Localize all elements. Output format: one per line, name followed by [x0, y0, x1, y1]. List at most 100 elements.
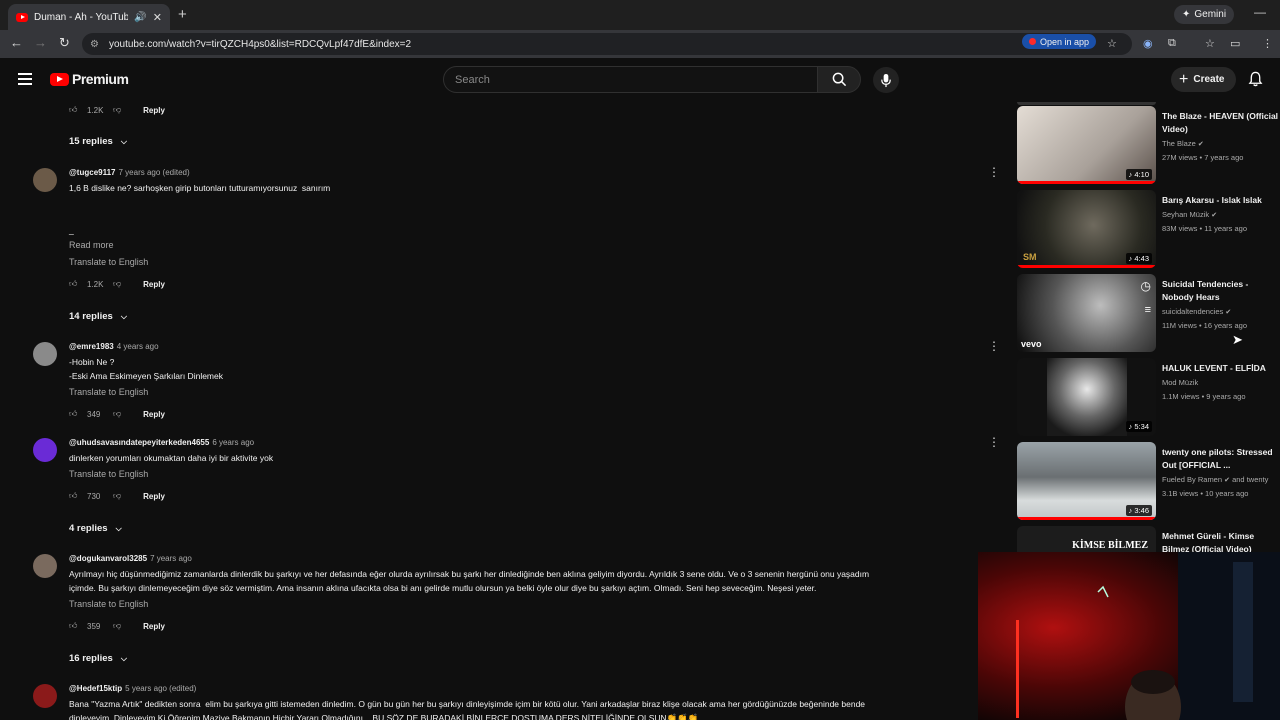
- watch-later-clock-icon[interactable]: ◷: [1141, 279, 1151, 293]
- video-card[interactable]: SM ♪ 4:43 Barış Akarsu - Islak Islak Sey…: [1017, 190, 1280, 270]
- video-title[interactable]: Mehmet Güreli - Kimse Bilmez (Official V…: [1162, 530, 1280, 552]
- thumbs-up-icon[interactable]: 👍︎: [69, 279, 79, 289]
- comment-author[interactable]: @emre1983: [69, 342, 114, 351]
- reply-button[interactable]: Reply: [143, 106, 165, 115]
- url-field[interactable]: ⚙ youtube.com/watch?v=tirQZCH4ps0&list=R…: [82, 33, 1132, 55]
- avatar[interactable]: [33, 342, 57, 366]
- video-thumbnail[interactable]: KİMSE BİLMEZ: [1017, 526, 1156, 552]
- thumbs-down-icon[interactable]: 👎︎: [113, 105, 121, 115]
- translate-button[interactable]: Translate to English: [69, 599, 148, 609]
- minimize-icon[interactable]: —: [1254, 5, 1266, 19]
- search-button[interactable]: [817, 66, 861, 93]
- video-thumbnail[interactable]: vevo ◷ ≡: [1017, 274, 1156, 352]
- comment-time[interactable]: 5 years ago (edited): [125, 684, 196, 693]
- video-channel[interactable]: Seyhan Müzik ✔: [1162, 210, 1217, 219]
- vevo-logo: vevo: [1021, 339, 1042, 349]
- reply-button[interactable]: Reply: [143, 280, 165, 289]
- translate-button[interactable]: Translate to English: [69, 387, 148, 397]
- avatar[interactable]: [33, 168, 57, 192]
- reply-button[interactable]: Reply: [143, 410, 165, 419]
- open-in-app-button[interactable]: Open in app: [1022, 34, 1097, 49]
- avatar[interactable]: [33, 554, 57, 578]
- video-title[interactable]: The Blaze - HEAVEN (Official Video): [1162, 110, 1280, 136]
- thumbnail-title-text: KİMSE BİLMEZ: [1072, 540, 1148, 551]
- thumbs-up-icon[interactable]: 👍︎: [69, 491, 79, 501]
- forward-arrow-icon[interactable]: →: [34, 35, 47, 50]
- puzzle-icon[interactable]: ⧉: [1168, 37, 1176, 50]
- replies-toggle[interactable]: 15 replies ⌵: [69, 136, 127, 147]
- more-options-icon[interactable]: ⋮: [988, 166, 1000, 178]
- thumbs-up-icon[interactable]: 👍︎: [69, 409, 79, 419]
- add-to-queue-icon[interactable]: ≡: [1145, 304, 1151, 316]
- menu-icon[interactable]: [18, 73, 32, 85]
- bookmarks-icon[interactable]: ☆: [1205, 37, 1215, 50]
- webcam-overlay: [978, 552, 1280, 720]
- more-options-icon[interactable]: ⋮: [988, 436, 1000, 448]
- video-channel[interactable]: suicidaltendencies ✔: [1162, 307, 1231, 316]
- video-channel[interactable]: Mod Müzik: [1162, 378, 1198, 387]
- comment-time[interactable]: 4 years ago: [117, 342, 159, 351]
- gemini-button[interactable]: ✦ Gemini: [1174, 5, 1235, 24]
- speaker-icon[interactable]: 🔊: [134, 12, 146, 23]
- browser-tab[interactable]: Duman - Ah - YouTube 🔊 ✕: [8, 4, 170, 30]
- video-channel[interactable]: The Blaze ✔: [1162, 139, 1204, 148]
- video-thumbnail[interactable]: ♪ 3:46: [1017, 442, 1156, 520]
- video-card[interactable]: KİMSE BİLMEZ Mehmet Güreli - Kimse Bilme…: [1017, 526, 1280, 552]
- comment-text: 1,6 B dislike ne? sarhoşken girip butonl…: [69, 183, 331, 235]
- avatar[interactable]: [33, 438, 57, 462]
- extension-circle-icon[interactable]: ◉: [1143, 37, 1153, 50]
- comment-time[interactable]: 7 years ago (edited): [119, 168, 190, 177]
- reply-button[interactable]: Reply: [143, 622, 165, 631]
- translate-button[interactable]: Translate to English: [69, 257, 148, 267]
- comment-author[interactable]: @Hedef15ktip: [69, 684, 122, 693]
- verified-check-icon: ✔: [1197, 141, 1204, 148]
- comment-time[interactable]: 6 years ago: [212, 438, 254, 447]
- search-input[interactable]: Search: [443, 66, 818, 93]
- video-thumbnail[interactable]: ♪ 5:34: [1017, 358, 1156, 436]
- video-thumbnail[interactable]: ♪ 4:10: [1017, 106, 1156, 184]
- video-card[interactable]: ♪ 3:46 twenty one pilots: Stressed Out […: [1017, 442, 1280, 522]
- translate-button[interactable]: Translate to English: [69, 469, 148, 479]
- video-title[interactable]: HALUK LEVENT - ELFİDA: [1162, 362, 1280, 375]
- create-button[interactable]: + Create: [1171, 67, 1237, 92]
- comment-author[interactable]: @tugce9117: [69, 168, 116, 177]
- reply-button[interactable]: Reply: [143, 492, 165, 501]
- thumbs-down-icon[interactable]: 👎︎: [113, 491, 121, 501]
- thumbs-down-icon[interactable]: 👎︎: [113, 279, 121, 289]
- video-card[interactable]: ♪ 5:34 HALUK LEVENT - ELFİDA Mod Müzik 1…: [1017, 358, 1280, 438]
- side-panel-icon[interactable]: ▭: [1230, 37, 1240, 50]
- video-title[interactable]: Suicidal Tendencies - Nobody Hears: [1162, 278, 1280, 304]
- thumbs-down-icon[interactable]: 👎︎: [113, 409, 121, 419]
- close-icon[interactable]: ✕: [153, 11, 162, 24]
- video-card[interactable]: ♪ 4:10 The Blaze - HEAVEN (Official Vide…: [1017, 106, 1280, 186]
- thumbs-up-icon[interactable]: 👍︎: [69, 621, 79, 631]
- comment-author[interactable]: @uhudsavasındatepeyiterkeden4655: [69, 438, 209, 447]
- star-icon[interactable]: ☆: [1107, 37, 1117, 50]
- reload-icon[interactable]: ↻: [59, 35, 70, 51]
- replies-toggle[interactable]: 16 replies ⌵: [69, 653, 127, 664]
- comment-actions: 👍︎ 359 👎︎ Reply: [69, 621, 165, 631]
- thumbs-up-icon[interactable]: 👍︎: [69, 105, 79, 115]
- back-arrow-icon[interactable]: ←: [10, 35, 23, 50]
- read-more-button[interactable]: Read more: [69, 240, 114, 250]
- verified-check-icon: ✔: [1224, 477, 1230, 484]
- profile-icon[interactable]: ⋮: [1262, 37, 1273, 50]
- more-options-icon[interactable]: ⋮: [988, 340, 1000, 352]
- replies-toggle[interactable]: 4 replies ⌵: [69, 523, 122, 534]
- comment-time[interactable]: 7 years ago: [150, 554, 192, 563]
- plus-icon[interactable]: +: [178, 6, 187, 23]
- video-channel[interactable]: Fueled By Ramen ✔ and twenty: [1162, 475, 1268, 484]
- notifications-bell-icon[interactable]: [1248, 71, 1263, 92]
- site-info-icon[interactable]: ⚙: [90, 39, 99, 50]
- youtube-logo[interactable]: Premium: [50, 71, 129, 87]
- video-duration: ♪ 4:10: [1125, 169, 1152, 180]
- video-title[interactable]: twenty one pilots: Stressed Out [OFFICIA…: [1162, 446, 1280, 472]
- thumbs-down-icon[interactable]: 👎︎: [113, 621, 121, 631]
- plus-icon: +: [1179, 70, 1189, 88]
- avatar[interactable]: [33, 684, 57, 708]
- voice-search-button[interactable]: [873, 67, 899, 93]
- video-thumbnail[interactable]: SM ♪ 4:43: [1017, 190, 1156, 268]
- replies-toggle[interactable]: 14 replies ⌵: [69, 311, 127, 322]
- comment-author[interactable]: @dogukanvarol3285: [69, 554, 147, 563]
- video-title[interactable]: Barış Akarsu - Islak Islak: [1162, 194, 1280, 207]
